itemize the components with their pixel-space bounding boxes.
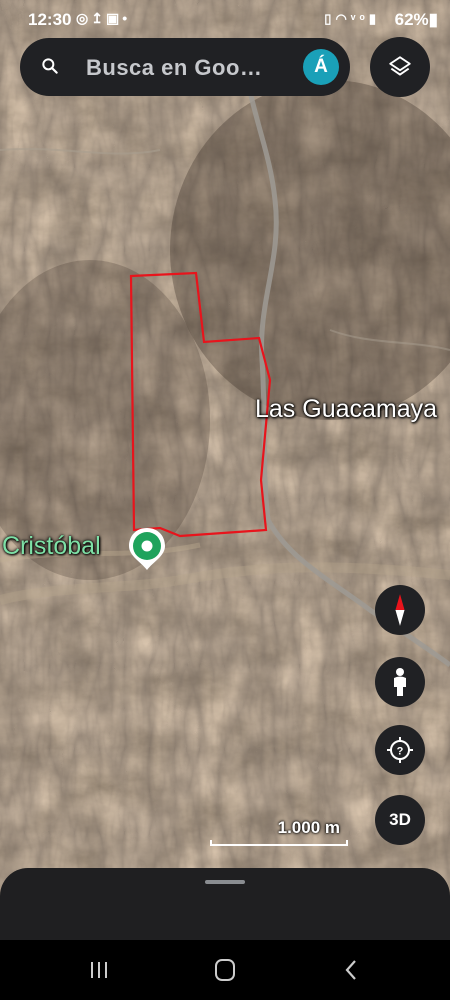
pegman-icon (394, 668, 406, 696)
system-navigation-bar (0, 940, 450, 1000)
place-label-cristobal[interactable]: Cristóbal (2, 532, 101, 561)
dot-icon: • (122, 10, 131, 26)
layers-icon (389, 56, 411, 76)
search-bar[interactable]: Busca en Goo… Á (20, 38, 350, 96)
map-scale: 1.000 m (210, 818, 350, 848)
bottom-sheet[interactable] (0, 868, 450, 948)
sheet-drag-handle[interactable] (205, 880, 245, 884)
whatsapp-icon: ◎ (76, 10, 92, 26)
account-avatar[interactable]: Á (303, 49, 339, 85)
home-icon[interactable] (210, 956, 240, 984)
battery-percent: 62% (394, 10, 429, 29)
street-view-button[interactable] (375, 657, 425, 707)
satellite-map[interactable] (0, 0, 450, 940)
my-location-button[interactable]: ? (375, 725, 425, 775)
svg-text:?: ? (397, 746, 404, 758)
recent-apps-icon[interactable] (84, 956, 114, 984)
volte-icon: ᵛᵒ (350, 11, 369, 26)
3d-label: 3D (389, 810, 411, 829)
gallery-icon: ▣ (105, 10, 123, 26)
battery-saver-icon: ▯ (324, 11, 336, 26)
status-notification-icons: ◎↥▣• (76, 10, 130, 27)
back-icon[interactable] (336, 956, 366, 984)
place-label-las-guacamayas[interactable]: Las Guacamaya (255, 395, 437, 424)
location-question-icon: ? (387, 737, 413, 763)
search-icon (42, 58, 58, 74)
scale-label: 1.000 m (277, 818, 340, 837)
upload-icon: ↥ (91, 10, 106, 26)
battery-icon: ▮ (428, 10, 438, 29)
search-input[interactable]: Busca en Goo… (86, 55, 262, 81)
scale-bar (210, 840, 348, 846)
status-time: 12:30 (28, 10, 72, 29)
wifi-icon: ◠ (335, 11, 351, 26)
3d-toggle-button[interactable]: 3D (375, 795, 425, 845)
compass-icon (395, 594, 405, 626)
layers-button[interactable] (370, 37, 430, 97)
compass-button[interactable] (375, 585, 425, 635)
battery-level: 62%▮ (395, 10, 438, 30)
status-system-icons: ▯◠ᵛᵒ▮ (324, 11, 380, 27)
status-bar: 12:30 ◎↥▣• ▯◠ᵛᵒ▮ 62%▮ (0, 0, 450, 38)
map-pin-icon[interactable] (127, 526, 167, 572)
signal-icon: ▮ (368, 11, 380, 26)
